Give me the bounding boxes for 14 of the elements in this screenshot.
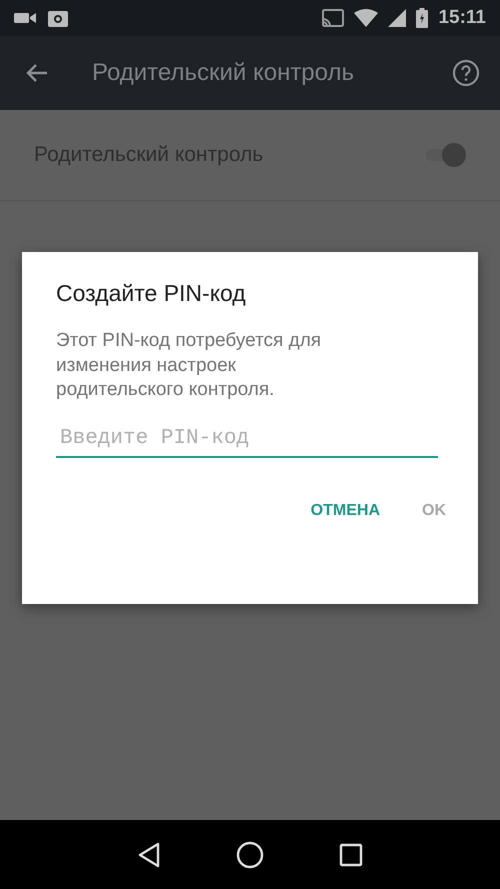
home-icon[interactable] <box>236 840 264 868</box>
recents-icon[interactable] <box>338 842 363 866</box>
cast-icon <box>322 9 344 27</box>
toolbar-title: Родительский контроль <box>91 59 355 87</box>
camera-icon <box>48 9 68 27</box>
dialog-title: Создайте PIN-код <box>56 280 247 307</box>
battery-icon <box>416 8 428 28</box>
video-camera-icon <box>14 11 38 25</box>
dialog-button[interactable]: ОТМЕНА <box>296 492 394 530</box>
signal-icon <box>388 9 406 27</box>
status-time: 15:11 <box>438 7 486 29</box>
dialog-message: Этот PIN-код потребуется для изменения настроек родительского контроля. <box>56 329 322 402</box>
wifi-icon <box>354 9 378 27</box>
back-icon[interactable] <box>137 842 162 868</box>
